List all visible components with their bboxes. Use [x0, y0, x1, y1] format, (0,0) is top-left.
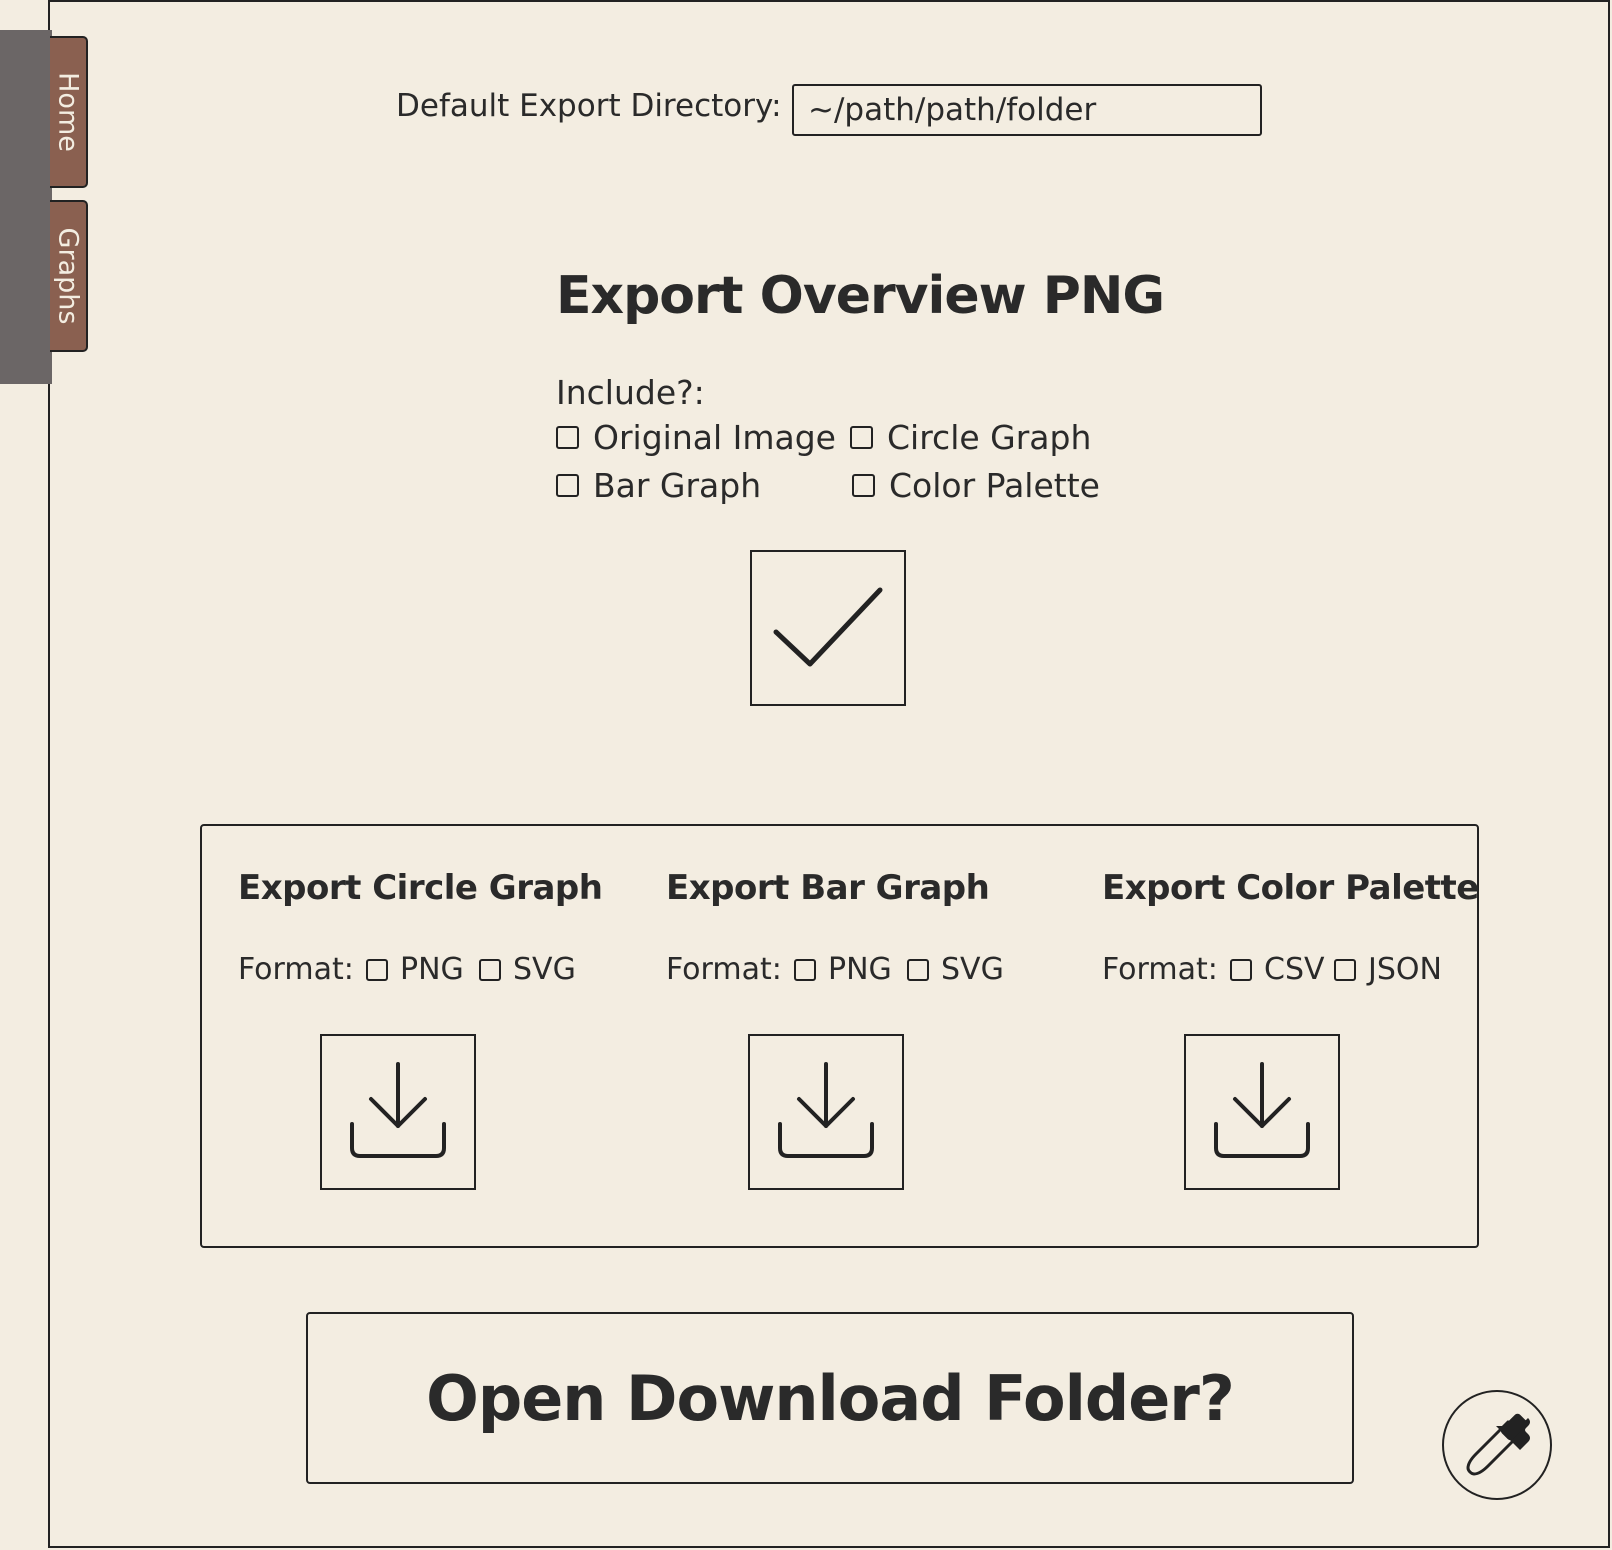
include-original-image-checkbox[interactable]: [556, 426, 579, 449]
include-bar-graph-option[interactable]: Bar Graph: [556, 466, 761, 505]
include-bar-graph-label: Bar Graph: [593, 466, 762, 505]
download-bar-graph-button[interactable]: [748, 1034, 904, 1190]
download-circle-graph-button[interactable]: [320, 1034, 476, 1190]
export-color-palette-title: Export Color Palette: [1102, 868, 1479, 908]
color-palette-format-csv[interactable]: CSV: [1230, 952, 1325, 987]
export-directory-input[interactable]: [792, 84, 1262, 136]
open-download-folder-button[interactable]: Open Download Folder?: [306, 1312, 1354, 1484]
export-bar-graph-title: Export Bar Graph: [666, 868, 990, 908]
include-original-image-option[interactable]: Original Image: [556, 418, 836, 457]
circle-graph-png-label: PNG: [400, 952, 464, 987]
color-palette-format-label: Format:: [1102, 952, 1218, 987]
include-color-palette-option[interactable]: Color Palette: [852, 466, 1100, 505]
export-directory-label: Default Export Directory:: [396, 88, 782, 124]
color-palette-csv-label: CSV: [1264, 952, 1325, 987]
tab-graphs[interactable]: Graphs: [50, 200, 88, 352]
tab-home[interactable]: Home: [50, 36, 88, 188]
sidebar: [0, 30, 52, 384]
overview-title: Export Overview PNG: [556, 266, 1165, 326]
circle-graph-svg-checkbox[interactable]: [479, 958, 501, 981]
bar-graph-svg-label: SVG: [941, 952, 1004, 987]
circle-graph-format-svg[interactable]: SVG: [479, 952, 576, 987]
circle-graph-format-png[interactable]: PNG: [366, 952, 464, 987]
bar-graph-png-checkbox[interactable]: [794, 958, 816, 981]
download-color-palette-button[interactable]: [1184, 1034, 1340, 1190]
export-overview-confirm-button[interactable]: [750, 550, 906, 706]
include-original-image-label: Original Image: [593, 418, 836, 457]
download-icon: [778, 1062, 874, 1158]
tab-home-label: Home: [52, 72, 84, 152]
include-label: Include?:: [556, 373, 705, 412]
export-circle-graph-title: Export Circle Graph: [238, 868, 603, 908]
color-palette-json-label: JSON: [1368, 952, 1442, 987]
color-palette-format-json[interactable]: JSON: [1334, 952, 1442, 987]
color-palette-json-checkbox[interactable]: [1334, 958, 1356, 981]
color-palette-csv-checkbox[interactable]: [1230, 958, 1252, 981]
include-color-palette-label: Color Palette: [889, 466, 1100, 505]
open-download-folder-label: Open Download Folder?: [426, 1361, 1235, 1435]
checkmark-icon: [773, 587, 883, 667]
include-circle-graph-option[interactable]: Circle Graph: [850, 418, 1091, 457]
circle-graph-png-checkbox[interactable]: [366, 958, 388, 981]
include-circle-graph-checkbox[interactable]: [850, 426, 873, 449]
bar-graph-png-label: PNG: [828, 952, 892, 987]
circle-graph-format-label: Format:: [238, 952, 354, 987]
bar-graph-svg-checkbox[interactable]: [907, 958, 929, 981]
tab-graphs-label: Graphs: [52, 227, 84, 325]
include-color-palette-checkbox[interactable]: [852, 474, 875, 497]
download-icon: [350, 1062, 446, 1158]
circle-graph-svg-label: SVG: [513, 952, 576, 987]
bar-graph-format-png[interactable]: PNG: [794, 952, 892, 987]
bar-graph-format-label: Format:: [666, 952, 782, 987]
download-icon: [1214, 1062, 1310, 1158]
color-picker-button[interactable]: [1442, 1390, 1552, 1500]
eyedropper-icon: [1466, 1413, 1530, 1476]
include-bar-graph-checkbox[interactable]: [556, 474, 579, 497]
include-circle-graph-label: Circle Graph: [887, 418, 1092, 457]
bar-graph-format-svg[interactable]: SVG: [907, 952, 1004, 987]
